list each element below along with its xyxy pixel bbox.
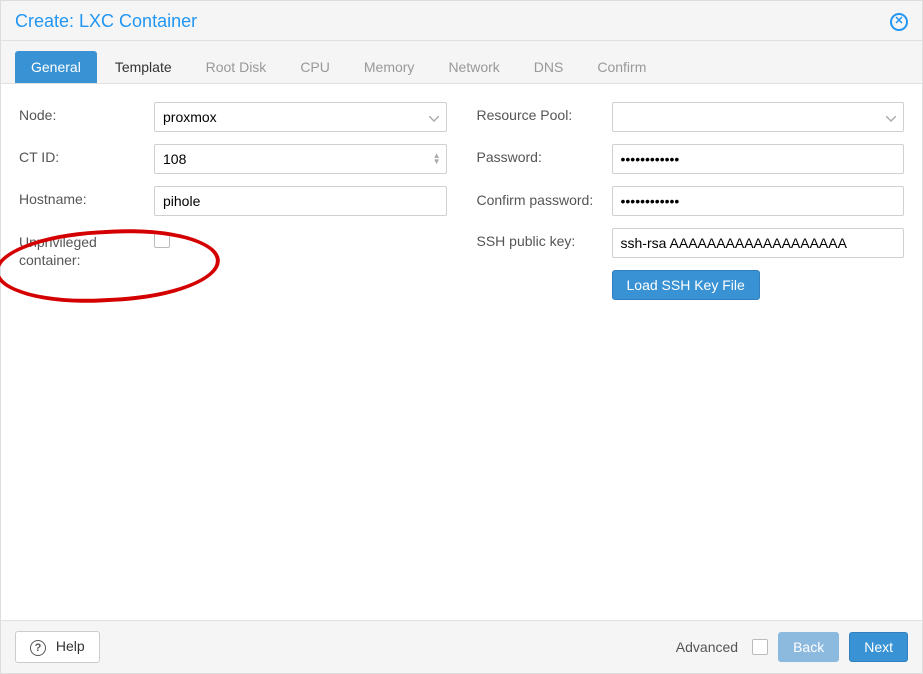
password-row: Password: (477, 144, 905, 174)
help-button[interactable]: ? Help (15, 631, 100, 663)
unprivileged-row: Unprivileged container: (19, 228, 447, 269)
ctid-label: CT ID: (19, 144, 154, 165)
tab-template[interactable]: Template (99, 51, 188, 83)
resource-pool-field[interactable] (612, 102, 905, 132)
pool-row: Resource Pool: (477, 102, 905, 132)
create-container-modal: Create: LXC Container ✕ General Template… (0, 0, 923, 674)
ssh-public-key-field[interactable] (612, 228, 905, 258)
tab-general[interactable]: General (15, 51, 97, 83)
unprivileged-checkbox[interactable] (154, 232, 170, 248)
node-label: Node: (19, 102, 154, 123)
tab-network[interactable]: Network (432, 51, 515, 83)
unprivileged-label: Unprivileged container: (19, 228, 154, 269)
back-button[interactable]: Back (778, 632, 839, 662)
tab-dns[interactable]: DNS (518, 51, 580, 83)
confirm-password-field[interactable] (612, 186, 905, 216)
advanced-label: Advanced (676, 639, 738, 655)
node-field[interactable] (154, 102, 447, 132)
hostname-row: Hostname: (19, 186, 447, 216)
modal-header: Create: LXC Container ✕ (1, 1, 922, 41)
tab-memory[interactable]: Memory (348, 51, 431, 83)
modal-footer: ? Help Advanced Back Next (1, 620, 922, 673)
ctid-field[interactable] (154, 144, 447, 174)
sshkey-row: SSH public key: (477, 228, 905, 258)
pool-label: Resource Pool: (477, 102, 612, 123)
close-icon[interactable]: ✕ (890, 13, 908, 31)
tab-root-disk[interactable]: Root Disk (190, 51, 283, 83)
help-icon: ? (30, 640, 46, 656)
hostname-field[interactable] (154, 186, 447, 216)
load-key-row: Load SSH Key File (477, 270, 905, 300)
hostname-label: Hostname: (19, 186, 154, 207)
tab-cpu[interactable]: CPU (284, 51, 346, 83)
load-ssh-key-button[interactable]: Load SSH Key File (612, 270, 760, 300)
modal-body: Node: CT ID: ▲▼ Hostname: (1, 84, 922, 604)
tab-confirm[interactable]: Confirm (581, 51, 662, 83)
sshkey-label: SSH public key: (477, 228, 612, 249)
tab-bar: General Template Root Disk CPU Memory Ne… (1, 41, 922, 84)
confirm-password-row: Confirm password: (477, 186, 905, 216)
next-button[interactable]: Next (849, 632, 908, 662)
ctid-row: CT ID: ▲▼ (19, 144, 447, 174)
password-field[interactable] (612, 144, 905, 174)
node-row: Node: (19, 102, 447, 132)
right-column: Resource Pool: Password: Confirm passwor… (477, 102, 905, 604)
advanced-checkbox[interactable] (752, 639, 768, 655)
password-label: Password: (477, 144, 612, 165)
left-column: Node: CT ID: ▲▼ Hostname: (19, 102, 447, 604)
modal-title: Create: LXC Container (15, 11, 197, 32)
help-label: Help (56, 638, 85, 654)
confirm-password-label: Confirm password: (477, 186, 612, 209)
